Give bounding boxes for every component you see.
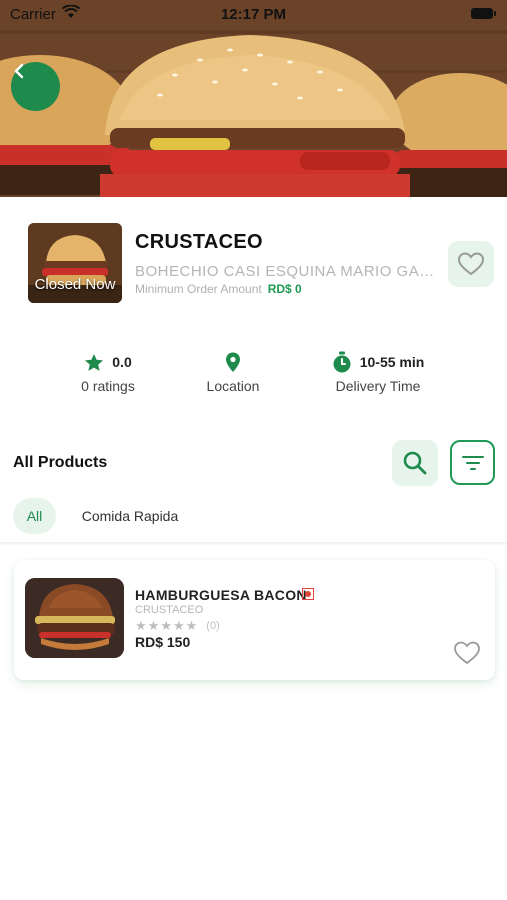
product-rating: ★ ★ ★ ★ ★ (0) [135,618,220,634]
product-name: HAMBURGUESA BACON [135,587,307,603]
clock-label: 12:17 PM [220,6,287,23]
restaurant-stats: 0.0 0 ratings Location 10-55 min Deliver… [0,350,507,410]
minimum-order: Minimum Order Amount RD$ 0 [135,282,302,296]
back-button[interactable] [11,62,60,111]
product-burger-photo [25,578,124,658]
non-veg-indicator-icon [302,588,314,600]
delivery-time-label: Delivery Time [335,378,421,394]
hero-banner-image: Carrier 12:17 PM [0,0,507,197]
star-icon: ★ [147,618,160,633]
closed-badge: Closed Now [34,276,116,293]
star-icon: ★ [172,618,185,633]
location-stat[interactable]: Location [188,350,278,394]
star-icon [85,353,104,371]
star-icon: ★ [185,618,198,633]
map-pin-icon [226,352,240,372]
favorite-product-button[interactable] [453,640,481,666]
category-chip-comida-rapida[interactable]: Comida Rapida [70,498,190,534]
section-divider [0,542,507,545]
minimum-order-amount: RD$ 0 [267,282,302,296]
product-price: RD$ 150 [135,634,191,650]
favorite-restaurant-button[interactable] [448,241,494,287]
category-chip-all[interactable]: All [13,498,56,534]
stopwatch-icon [333,351,351,373]
rating-stat: 0.0 0 ratings [63,350,153,394]
restaurant-thumbnail: Closed Now [28,223,122,303]
rating-value: 0.0 [112,354,132,370]
search-button[interactable] [392,440,438,486]
chevron-left-icon [14,63,24,79]
filter-button[interactable] [450,440,495,485]
delivery-time-stat: 10-55 min Delivery Time [318,350,438,394]
location-label: Location [206,378,260,394]
heart-outline-icon [454,641,480,665]
star-icon: ★ [160,618,172,633]
products-section-title: All Products [13,454,108,471]
star-icon: ★ [135,618,147,633]
battery-icon [471,8,496,19]
search-icon [403,451,427,475]
restaurant-info: Closed Now CRUSTACEO BOHECHIO CASI ESQUI… [0,197,507,337]
filter-icon [461,455,484,470]
restaurant-name: CRUSTACEO [135,231,263,253]
product-card[interactable]: HAMBURGUESA BACON CRUSTACEO ★ ★ ★ ★ ★ (0… [14,560,495,680]
rating-count-label: 0 ratings [81,378,135,394]
minimum-order-label: Minimum Order Amount [135,282,262,296]
rating-count: (0) [206,620,220,632]
delivery-time-value: 10-55 min [359,354,425,370]
restaurant-address: BOHECHIO CASI ESQUINA MARIO GARCIA [135,263,441,280]
product-image [25,578,124,658]
heart-outline-icon [457,252,485,276]
status-bar: Carrier 12:17 PM [0,0,507,28]
burger-photo [0,0,507,197]
product-restaurant: CRUSTACEO [135,604,204,616]
